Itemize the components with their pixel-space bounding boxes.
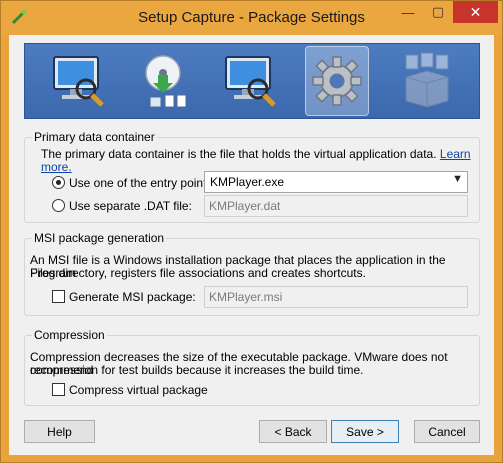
gear-icon bbox=[312, 56, 362, 106]
help-button[interactable]: Help bbox=[24, 420, 95, 443]
entry-point-value: KMPlayer.exe bbox=[210, 175, 285, 189]
cancel-button[interactable]: Cancel bbox=[414, 420, 480, 443]
compress-label[interactable]: Compress virtual package bbox=[69, 384, 208, 397]
save-button[interactable]: Save > bbox=[331, 420, 399, 443]
compression-description-line2: compression for test builds because it i… bbox=[30, 363, 364, 377]
package-box-icon bbox=[405, 52, 449, 108]
primary-description-text: The primary data container is the file t… bbox=[41, 147, 437, 161]
wizard-step-banner bbox=[24, 43, 480, 119]
compression-group-title: Compression bbox=[32, 328, 107, 342]
close-button[interactable]: ✕ bbox=[453, 1, 498, 23]
setup-capture-window: Setup Capture - Package Settings — ▢ ✕ P… bbox=[0, 0, 503, 463]
generate-msi-checkbox[interactable] bbox=[52, 290, 65, 303]
step-2 bbox=[133, 46, 197, 116]
back-button[interactable]: < Back bbox=[259, 420, 327, 443]
minimize-button[interactable]: — bbox=[394, 1, 422, 23]
primary-group-title: Primary data container bbox=[32, 130, 157, 144]
primary-data-container-group: Primary data container The primary data … bbox=[24, 130, 480, 223]
msi-group-title: MSI package generation bbox=[32, 231, 167, 245]
dialog-client-area: Primary data container The primary data … bbox=[9, 35, 494, 455]
compression-group: Compression Compression decreases the si… bbox=[24, 328, 480, 406]
monitor-magnifier-icon bbox=[53, 56, 104, 107]
entry-point-label[interactable]: Use one of the entry points: bbox=[69, 177, 216, 190]
dat-file-field: KMPlayer.dat bbox=[204, 195, 468, 217]
entry-point-dropdown[interactable]: KMPlayer.exe ▼ bbox=[204, 171, 468, 193]
disc-install-icon bbox=[145, 55, 187, 108]
msi-generation-group: MSI package generation An MSI file is a … bbox=[24, 231, 480, 316]
generate-msi-label[interactable]: Generate MSI package: bbox=[69, 291, 196, 304]
chevron-down-icon: ▼ bbox=[452, 173, 463, 185]
entry-point-radio[interactable] bbox=[52, 176, 65, 189]
msi-description-line2: Files directory, registers file associat… bbox=[30, 266, 366, 280]
compress-checkbox[interactable] bbox=[52, 383, 65, 396]
dat-file-radio[interactable] bbox=[52, 199, 65, 212]
dat-file-label[interactable]: Use separate .DAT file: bbox=[69, 200, 192, 213]
step-4-active bbox=[305, 46, 369, 116]
title-bar[interactable]: Setup Capture - Package Settings — ▢ ✕ bbox=[1, 1, 502, 35]
maximize-button[interactable]: ▢ bbox=[424, 1, 452, 23]
step-1 bbox=[47, 46, 111, 116]
step-5 bbox=[395, 46, 459, 116]
msi-file-field: KMPlayer.msi bbox=[204, 286, 468, 308]
step-3 bbox=[219, 46, 283, 116]
monitor-magnifier-icon bbox=[225, 56, 276, 107]
